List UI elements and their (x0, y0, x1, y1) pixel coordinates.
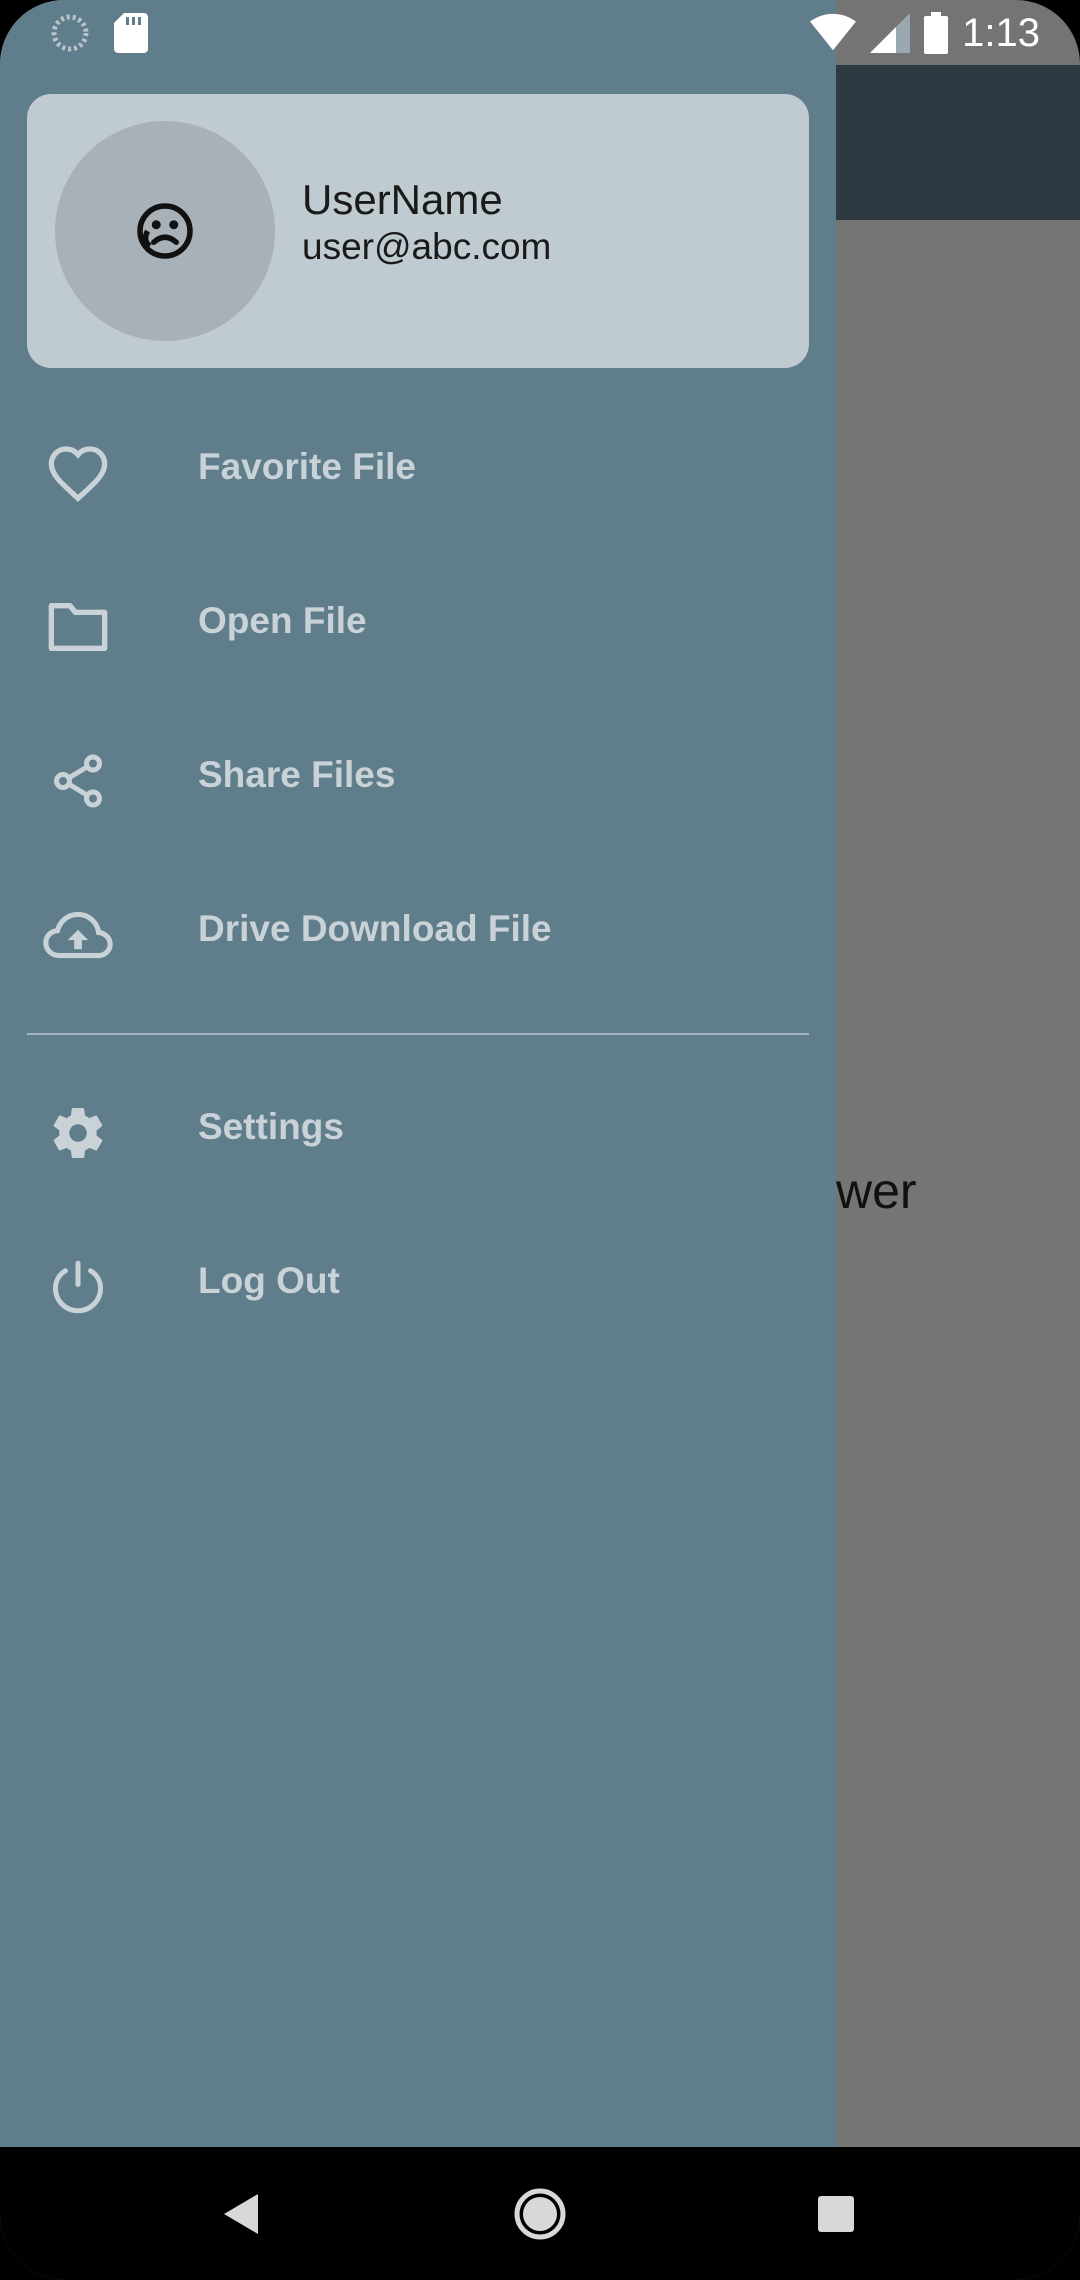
share-icon (40, 747, 116, 815)
cell-signal-icon (870, 13, 911, 53)
user-email: user@abc.com (302, 226, 552, 267)
heart-icon (40, 439, 116, 507)
cloud-upload-icon (40, 901, 116, 969)
gear-icon (40, 1099, 116, 1167)
home-icon (514, 2188, 566, 2239)
status-time: 1:13 (962, 11, 1040, 55)
drawer-item-label: Favorite File (198, 446, 416, 487)
phone-screen: wer UserName user@abc.com Favorite File … (0, 0, 1080, 2280)
drawer-item-share-files[interactable]: Share Files (0, 704, 836, 858)
home-button[interactable] (480, 2147, 600, 2280)
drawer-item-label: Log Out (198, 1260, 340, 1301)
drawer-divider (27, 1033, 809, 1035)
app-body-text: wer (836, 1163, 917, 1219)
drawer-item-label: Open File (198, 600, 367, 641)
back-button[interactable] (182, 2147, 302, 2280)
drawer-item-label: Drive Download File (198, 908, 552, 949)
wifi-icon (810, 13, 857, 51)
battery-icon (924, 12, 949, 54)
navigation-drawer: UserName user@abc.com Favorite File Open… (0, 0, 836, 2147)
drawer-item-drive-download-file[interactable]: Drive Download File (0, 858, 836, 1012)
user-name: UserName (302, 176, 503, 223)
avatar[interactable] (55, 121, 275, 341)
back-icon (224, 2193, 258, 2234)
drawer-item-settings[interactable]: Settings (0, 1056, 836, 1210)
drawer-header: UserName user@abc.com (27, 94, 809, 368)
drawer-item-log-out[interactable]: Log Out (0, 1210, 836, 1364)
folder-icon (40, 593, 116, 661)
drawer-item-label: Settings (198, 1106, 344, 1147)
drawer-item-label: Share Files (198, 754, 396, 795)
drawer-item-favorite-file[interactable]: Favorite File (0, 396, 836, 550)
system-nav-bar (0, 2147, 1080, 2280)
recents-button[interactable] (776, 2147, 896, 2280)
sd-card-icon (114, 13, 148, 53)
status-bar: 1:13 (0, 0, 1080, 65)
power-icon (40, 1253, 116, 1321)
sad-face-icon (137, 203, 193, 259)
loading-icon (51, 14, 89, 52)
recents-icon (818, 2195, 854, 2232)
drawer-item-open-file[interactable]: Open File (0, 550, 836, 704)
